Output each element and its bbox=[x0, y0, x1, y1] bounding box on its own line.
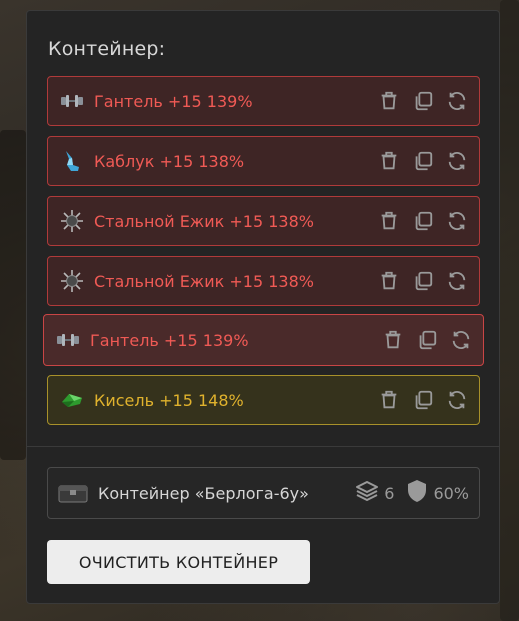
copy-icon[interactable] bbox=[411, 388, 435, 412]
layers-icon bbox=[355, 479, 379, 507]
item-name: Кисель +15 148% bbox=[94, 390, 244, 410]
refresh-icon[interactable] bbox=[445, 269, 469, 293]
item-name: Стальной Ежик +15 138% bbox=[94, 271, 314, 291]
jelly-icon bbox=[60, 388, 84, 412]
container-info-row[interactable]: Контейнер «Берлога-6у» 6 60% bbox=[47, 467, 480, 519]
trash-icon[interactable] bbox=[377, 149, 401, 173]
container-name: Контейнер «Берлога-6у» bbox=[98, 483, 309, 503]
trash-icon[interactable] bbox=[377, 269, 401, 293]
clear-container-button[interactable]: ОЧИСТИТЬ КОНТЕЙНЕР bbox=[47, 540, 310, 584]
protection-stat: 60% bbox=[406, 479, 469, 507]
copy-icon[interactable] bbox=[415, 328, 439, 352]
chest-icon bbox=[58, 481, 88, 505]
shield-icon bbox=[406, 479, 428, 507]
refresh-icon[interactable] bbox=[445, 149, 469, 173]
item-row[interactable]: Стальной Ежик +15 138% bbox=[47, 196, 480, 246]
trash-icon[interactable] bbox=[377, 388, 401, 412]
spiky-ball-icon bbox=[60, 209, 84, 233]
dumbbell-icon bbox=[60, 89, 84, 113]
trash-icon[interactable] bbox=[377, 209, 401, 233]
spiky-ball-icon bbox=[60, 269, 84, 293]
slots-stat: 6 bbox=[355, 479, 394, 507]
background-scene bbox=[0, 130, 26, 460]
dumbbell-icon bbox=[56, 328, 80, 352]
item-name: Каблук +15 138% bbox=[94, 151, 245, 171]
item-row[interactable]: Кисель +15 148% bbox=[47, 375, 480, 425]
refresh-icon[interactable] bbox=[449, 328, 473, 352]
background-scene-right bbox=[500, 0, 519, 621]
refresh-icon[interactable] bbox=[445, 388, 469, 412]
copy-icon[interactable] bbox=[411, 209, 435, 233]
item-name: Стальной Ежик +15 138% bbox=[94, 211, 314, 231]
copy-icon[interactable] bbox=[411, 89, 435, 113]
item-row[interactable]: Стальной Ежик +15 138% bbox=[47, 256, 480, 306]
copy-icon[interactable] bbox=[411, 269, 435, 293]
divider bbox=[27, 446, 499, 447]
refresh-icon[interactable] bbox=[445, 209, 469, 233]
item-name: Гантель +15 139% bbox=[94, 91, 253, 111]
protection-value: 60% bbox=[433, 483, 469, 503]
refresh-icon[interactable] bbox=[445, 89, 469, 113]
trash-icon[interactable] bbox=[377, 89, 401, 113]
crystal-heel-icon bbox=[60, 149, 84, 173]
item-row[interactable]: Гантель +15 139% bbox=[47, 76, 480, 126]
slots-count: 6 bbox=[384, 483, 395, 503]
panel-title: Контейнер: bbox=[48, 38, 166, 60]
item-row[interactable]: Гантель +15 139% bbox=[43, 314, 484, 366]
trash-icon[interactable] bbox=[381, 328, 405, 352]
item-row[interactable]: Каблук +15 138% bbox=[47, 136, 480, 186]
container-panel: Контейнер: Гантель +15 139% Каблук +15 1… bbox=[26, 10, 500, 604]
item-name: Гантель +15 139% bbox=[90, 330, 249, 350]
copy-icon[interactable] bbox=[411, 149, 435, 173]
